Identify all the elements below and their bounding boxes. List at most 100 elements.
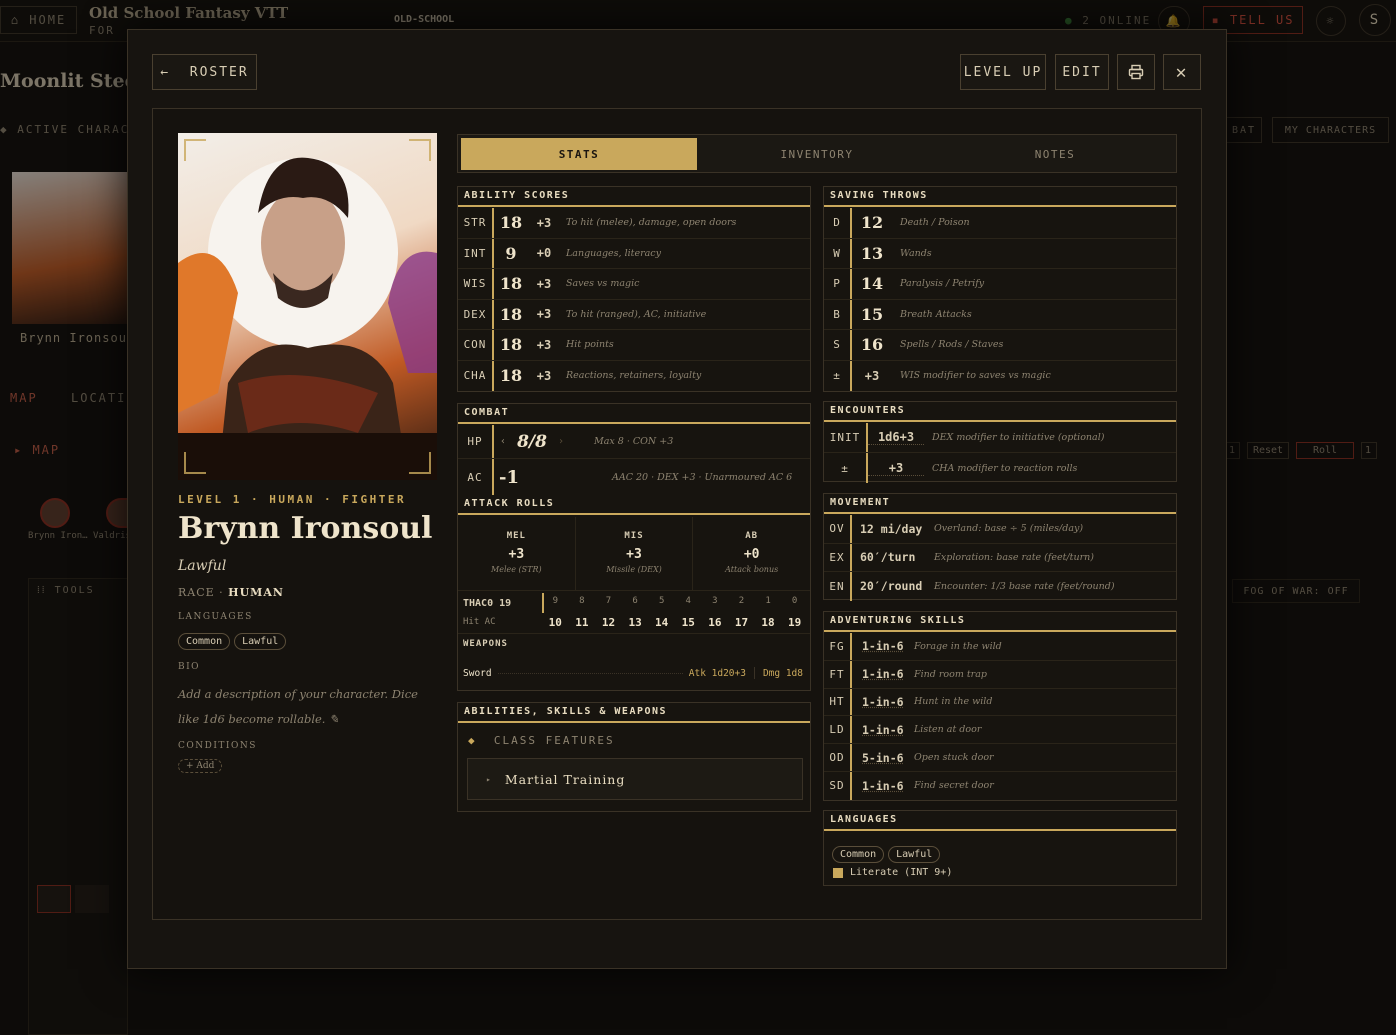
skill-row-value[interactable]: 1-in-6 [852,667,912,681]
character-card-image[interactable] [12,172,127,324]
section-title: LANGUAGES [824,811,1176,831]
encounter-row-value[interactable]: +3 [868,461,924,476]
movement-row-value[interactable]: 20′/round [852,579,930,593]
hit-ac-value: 17 [734,616,749,629]
literate-row: Literate (INT 9+) [833,867,952,878]
movement-row-value[interactable]: 12 mi/day [852,522,930,536]
tab-locations[interactable]: LOCATI [71,391,126,405]
tab-notes[interactable]: NOTES [937,138,1173,170]
tab-inventory[interactable]: INVENTORY [699,138,935,170]
skill-row-abbr: LD [824,716,852,744]
map-label-text: MAP [32,443,61,457]
ability-modifier: +3 [536,368,552,383]
theme-icon[interactable]: ☼ [1316,6,1346,36]
movement-row-value[interactable]: 60′/turn [852,550,930,564]
skill-row-value[interactable]: 1-in-6 [852,779,912,793]
character-portrait [178,133,437,480]
skill-row-value[interactable]: 1-in-6 [852,723,912,737]
ability-row-abbr: DEX [458,299,494,329]
ability-row: CHA 18 +3 Reactions, retainers, loyalty [458,360,810,391]
skill-row-value[interactable]: 5-in-6 [852,751,912,765]
literate-checkbox[interactable] [833,867,843,878]
save-row: P 14 Paralysis / Petrify [824,269,1176,300]
save-row-abbr: B [824,299,852,329]
attack-col-label: MEL [506,531,526,541]
save-row-value[interactable]: 13 [852,244,892,263]
weapon-attack[interactable]: Atk 1d20+3 [689,668,746,679]
attack-col-missile[interactable]: MIS +3 Missile (DEX) [576,517,694,590]
attack-col-bonus[interactable]: AB +0 Attack bonus [693,517,810,590]
section-title: ENCOUNTERS [824,402,1176,422]
hit-ac-value: 14 [655,616,669,629]
token-avatar[interactable] [40,498,70,528]
level-up-button[interactable]: LEVEL UP [960,54,1046,90]
attack-rolls-section: ATTACK ROLLS MEL +3 Melee (STR) MIS +3 M… [457,495,811,691]
save-row-abbr: ± [824,360,852,391]
close-button[interactable]: ✕ [1163,54,1201,90]
combat-button[interactable]: BAT [1226,117,1262,143]
attack-col-melee[interactable]: MEL +3 Melee (STR) [458,517,576,590]
edit-button[interactable]: EDIT [1055,54,1109,90]
attack-col-value: +3 [508,547,525,562]
my-characters-button[interactable]: MY CHARACTERS [1272,117,1389,143]
bio-text[interactable]: Add a description of your character. Dic… [178,682,438,732]
ability-modifier: +3 [536,307,552,322]
movement-row-note: Encounter: 1/3 base rate (feet/round) [934,580,1115,592]
weapon-row[interactable]: Sword Atk 1d20+3 Dmg 1d8 [463,667,803,679]
ability-score[interactable]: 18 [494,366,528,385]
feature-item[interactable]: ▸ Martial Training [467,758,803,800]
increase-hp-button[interactable]: › [552,436,570,447]
save-row-value[interactable]: +3 [852,369,892,383]
movement-row-note: Exploration: base rate (feet/turn) [934,551,1094,563]
save-row-value[interactable]: 16 [852,335,892,354]
encounter-row-value[interactable]: 1d6+3 [868,430,924,445]
ability-row: STR 18 +3 To hit (melee), damage, open door… [458,208,810,239]
hp-value[interactable]: 8/8 [512,432,552,452]
decrease-hp-button[interactable]: ‹ [494,436,512,447]
reset-button[interactable]: Reset [1247,442,1289,459]
thaco-roll-value: 5 [658,596,665,606]
attack-col-sub: Missile (DEX) [606,565,662,574]
frame-corner [184,452,206,474]
ability-score[interactable]: 18 [494,274,528,293]
add-condition-button[interactable]: + Add [178,759,223,773]
ability-score[interactable]: 18 [494,305,528,324]
hit-ac-value: 12 [601,616,616,629]
user-avatar[interactable]: S [1359,4,1391,36]
ability-row: DEX 18 +3 To hit (ranged), AC, initiative [458,299,810,330]
movement-section: MOVEMENT OV 12 mi/day Overland: base ÷ 5 (… [823,493,1177,601]
brand-subtitle: FOR [89,24,115,37]
save-row-value[interactable]: 12 [852,213,892,232]
language-tags: Common Lawful [832,842,944,863]
color-swatch[interactable] [75,885,109,913]
ability-score[interactable]: 18 [494,335,528,354]
color-swatch[interactable] [37,885,71,913]
section-title: ABILITY SCORES [458,187,810,207]
save-row-value[interactable]: 15 [852,305,892,324]
roster-button[interactable]: ← ROSTER [152,54,257,90]
save-row-note: Death / Poison [900,217,970,229]
tab-stats[interactable]: STATS [461,138,697,170]
attack-bonus-grid: MEL +3 Melee (STR) MIS +3 Missile (DEX) … [458,517,810,591]
skill-row: FG 1-in-6 Forage in the wild [824,633,1176,661]
tab-map[interactable]: MAP [10,391,38,405]
fog-of-war-toggle[interactable]: FOG OF WAR: OFF [1232,579,1360,603]
weapon-damage[interactable]: Dmg 1d8 [763,668,803,679]
ability-score[interactable]: 9 [494,244,528,263]
ability-modifier: +3 [536,337,552,352]
hit-ac-label: Hit AC [463,617,496,627]
encounter-row-abbr: ± [824,453,868,483]
save-row-note: Paralysis / Petrify [900,278,985,290]
save-row-value[interactable]: 14 [852,274,892,293]
skill-row-value[interactable]: 1-in-6 [852,639,912,653]
print-button[interactable] [1117,54,1155,90]
movement-row: EX 60′/turn Exploration: base rate (feet/t… [824,543,1176,572]
skill-row-value[interactable]: 1-in-6 [852,695,912,709]
roll-button[interactable]: Roll [1296,442,1354,459]
ability-score[interactable]: 18 [494,213,528,232]
skill-row: SD 1-in-6 Find secret door [824,772,1176,800]
movement-row-abbr: EN [824,572,852,601]
skill-row: FT 1-in-6 Find room trap [824,660,1176,689]
home-button[interactable]: ⌂ HOME [0,6,77,34]
attack-col-value: +3 [626,547,642,562]
